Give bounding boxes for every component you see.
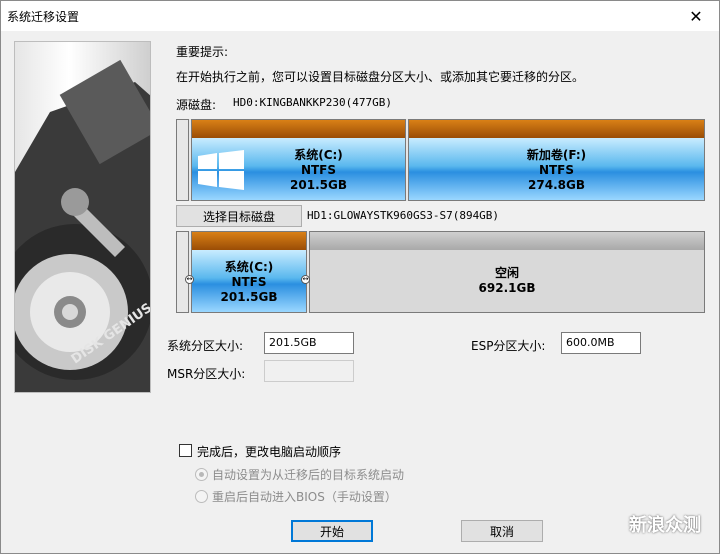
close-icon: ✕ — [689, 6, 703, 26]
watermark-logo: 新浪众测 — [629, 515, 701, 536]
title-bar: 系统迁移设置 ✕ — [1, 1, 719, 31]
partition-name: 新加卷(F:) — [526, 148, 587, 162]
notice-text: 在开始执行之前，您可以设置目标磁盘分区大小、或添加其它要迁移的分区。 — [176, 70, 585, 84]
start-button[interactable]: 开始 — [291, 520, 373, 542]
source-disk-map: 系统(C:) NTFS 201.5GB 新加卷(F:) NTFS 274.8GB — [176, 119, 705, 201]
partition-size: 201.5GB — [220, 290, 278, 304]
target-partition-stub[interactable] — [176, 231, 189, 313]
radio-auto-boot-label: 自动设置为从迁移后的目标系统启动 — [212, 468, 405, 482]
cancel-button[interactable]: 取消 — [461, 520, 543, 542]
target-disk-map: 系统(C:) NTFS 201.5GB 空闲 692.1GB ↔ ↔ — [176, 231, 705, 313]
partition-size: 274.8GB — [528, 178, 585, 192]
source-partition-data[interactable]: 新加卷(F:) NTFS 274.8GB — [408, 119, 705, 201]
radio-manual-bios-label: 重启后自动进入BIOS（手动设置） — [212, 490, 397, 504]
esp-size-input[interactable]: 600.0MB — [561, 332, 641, 354]
system-size-input[interactable]: 201.5GB — [264, 332, 354, 354]
source-disk-label: 源磁盘: — [176, 98, 217, 112]
select-target-disk-button[interactable]: 选择目标磁盘 — [176, 205, 302, 227]
diskgenius-banner-image: DISK GENIUS — [14, 41, 151, 393]
msr-size-input — [264, 360, 354, 382]
partition-name: 系统(C:) — [294, 148, 343, 162]
partition-fs: NTFS — [300, 163, 337, 177]
partition-fs: NTFS — [538, 163, 575, 177]
system-size-label: 系统分区大小: — [167, 339, 244, 353]
change-boot-order-label: 完成后，更改电脑启动顺序 — [197, 445, 342, 459]
msr-size-label: MSR分区大小: — [167, 367, 246, 381]
resize-handle-right[interactable]: ↔ — [301, 275, 310, 284]
notice-title: 重要提示: — [176, 45, 229, 59]
source-partition-stub[interactable] — [176, 119, 189, 201]
hard-disk-illustration: DISK GENIUS — [15, 59, 150, 392]
close-button[interactable]: ✕ — [673, 1, 719, 31]
partition-name: 系统(C:) — [224, 260, 274, 274]
partition-fs: NTFS — [231, 275, 267, 289]
target-disk-name: HD1:GLOWAYSTK960GS3-S7(894GB) — [307, 209, 500, 222]
source-disk-name: HD0:KINGBANKKP230(477GB) — [233, 96, 392, 109]
partition-size: 692.1GB — [478, 281, 536, 295]
change-boot-order-checkbox[interactable] — [179, 444, 192, 457]
radio-auto-boot[interactable] — [195, 468, 208, 481]
resize-handle-left[interactable]: ↔ — [185, 275, 194, 284]
partition-size: 201.5GB — [290, 178, 347, 192]
window-title: 系统迁移设置 — [7, 10, 80, 24]
source-partition-system[interactable]: 系统(C:) NTFS 201.5GB — [191, 119, 406, 201]
target-partition-system[interactable]: 系统(C:) NTFS 201.5GB — [191, 231, 307, 313]
radio-manual-bios[interactable] — [195, 490, 208, 503]
partition-name: 空闲 — [494, 266, 519, 280]
esp-size-label: ESP分区大小: — [471, 339, 546, 353]
target-partition-free[interactable]: 空闲 692.1GB — [309, 231, 705, 313]
migration-settings-dialog: 系统迁移设置 ✕ DISK GENIUS 重要提示: 在开始执行之前，您可以设置… — [0, 0, 720, 554]
